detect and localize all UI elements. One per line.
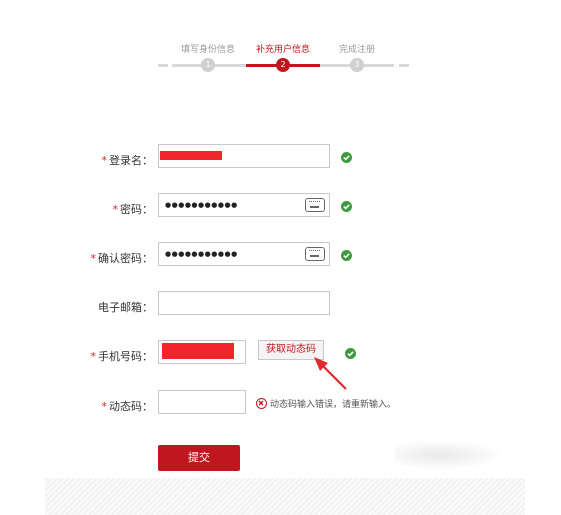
step-1-label: 填写身份信息 [180,45,236,55]
background-smudge [395,440,505,470]
phone-redaction [162,343,234,359]
required-mark: * [101,154,108,167]
footer-pattern [45,478,525,515]
submit-button[interactable]: 提交 [158,445,240,471]
password-row: * 密码： ●●●●●●●●●●● [0,193,561,223]
password-value: ●●●●●●●●●●● [165,201,238,209]
password-label: * 密码： [112,203,154,216]
step-line-left-end [158,64,168,67]
username-redaction [160,151,222,160]
dynamic-code-label: * 动态码： [101,400,154,413]
dynamic-code-input[interactable] [158,390,246,414]
step-3-label: 完成注册 [338,45,376,55]
confirm-password-value: ●●●●●●●●●●● [165,250,238,258]
required-mark: * [101,400,108,413]
email-label: 电子邮箱： [98,301,153,314]
get-code-button[interactable]: 获取动态码 [258,340,324,360]
required-mark: * [90,350,97,363]
username-row: * 登录名： [0,144,561,174]
dynamic-code-error-text: 动态码输入错误，请重新输入。 [270,400,397,410]
username-valid-icon [341,152,352,163]
step-2-label: 补充用户信息 [255,45,311,55]
username-input[interactable] [158,144,330,168]
dynamic-code-row: * 动态码： 动态码输入错误，请重新输入。 [0,390,561,420]
confirm-password-label: * 确认密码： [90,252,154,265]
required-mark: * [90,252,97,265]
phone-row: * 手机号码： 获取动态码 [0,340,561,370]
required-mark: * [112,203,119,216]
error-icon [256,398,267,409]
username-label: * 登录名： [101,154,154,167]
confirm-password-row: * 确认密码： ●●●●●●●●●●● [0,242,561,272]
step-line-right-end [399,64,409,67]
keyboard-icon[interactable] [305,247,325,261]
phone-label: * 手机号码： [90,350,154,363]
step-3-number: 3 [350,58,364,72]
keyboard-icon[interactable] [305,198,325,212]
phone-input[interactable] [158,340,246,364]
email-input[interactable] [158,291,330,315]
confirm-password-valid-icon [341,250,352,261]
step-indicator: 填写身份信息 补充用户信息 完成注册 1 2 3 [0,0,561,80]
email-row: 电子邮箱： [0,291,561,321]
phone-valid-icon [345,348,356,359]
password-valid-icon [341,201,352,212]
step-1-number: 1 [201,58,215,72]
step-2-number: 2 [276,58,290,72]
